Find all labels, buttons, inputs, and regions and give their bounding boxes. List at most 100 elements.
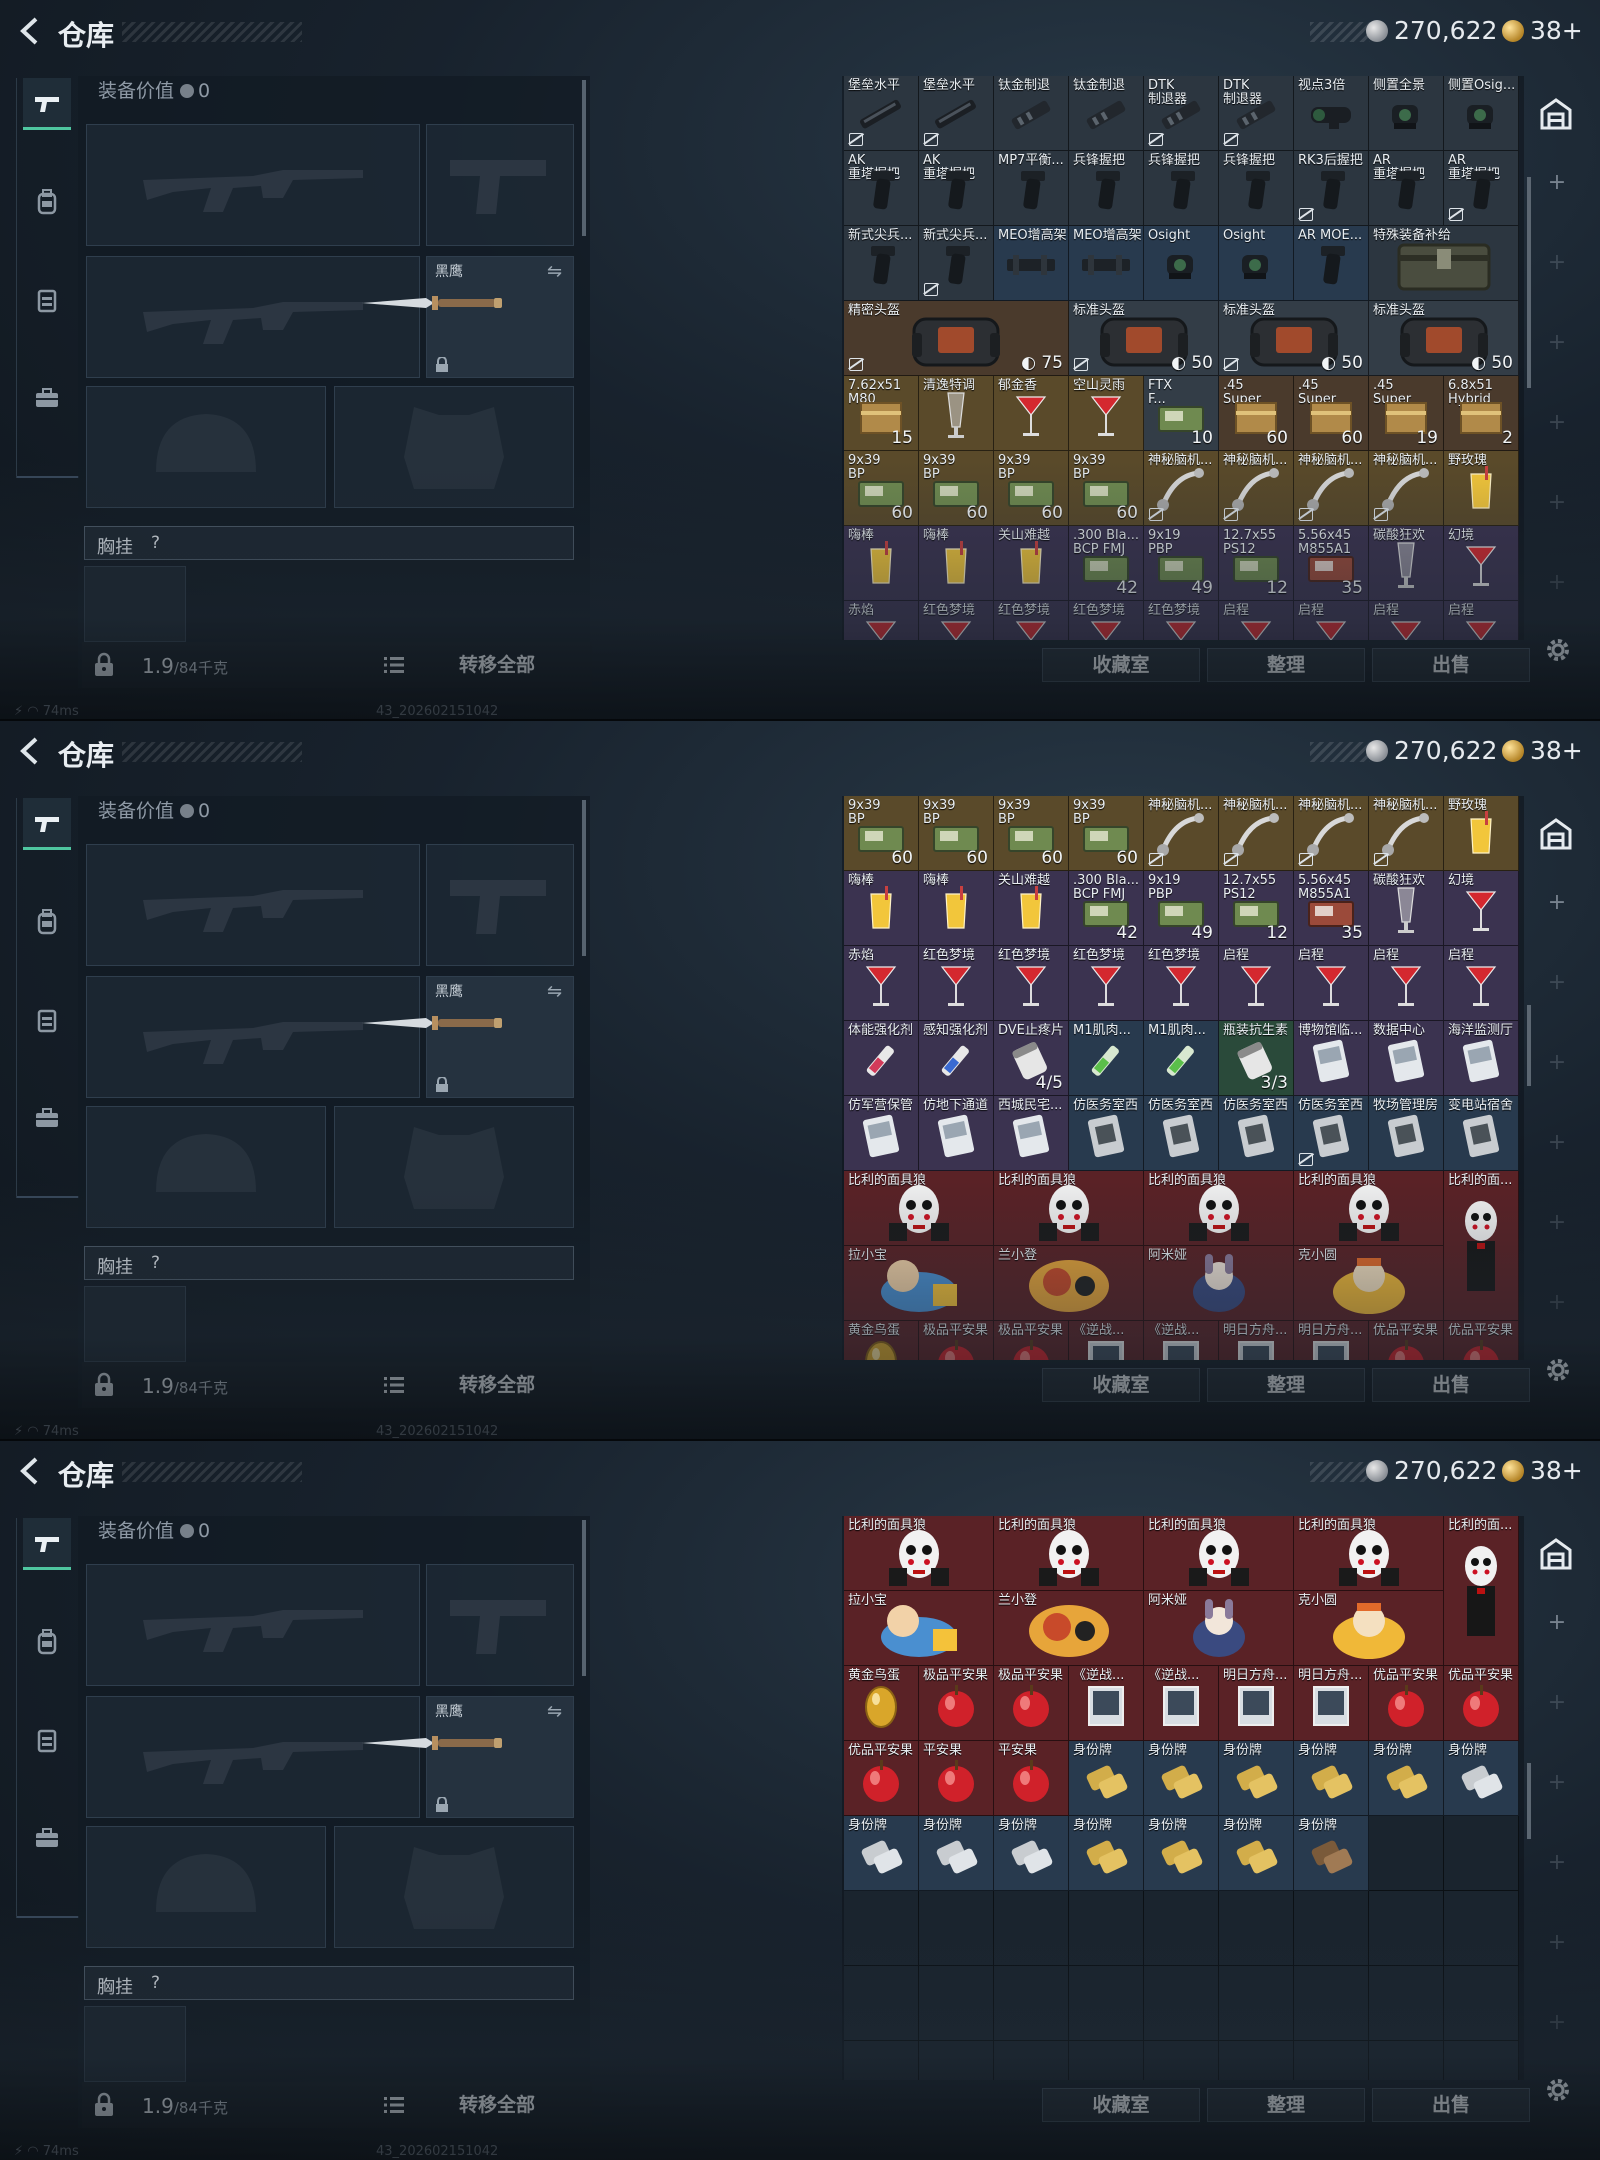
- swap-icon[interactable]: ⇋: [547, 981, 567, 1002]
- stash-item[interactable]: 9x39 BP 60: [844, 451, 919, 526]
- stash-item[interactable]: 牧场管理房: [1369, 1096, 1444, 1171]
- stash-item[interactable]: .45 Super 60: [1219, 376, 1294, 451]
- stash-item[interactable]: 神秘脑机...: [1294, 796, 1369, 871]
- help-icon[interactable]: ?: [151, 1973, 160, 1993]
- helmet-slot[interactable]: [86, 1826, 326, 1948]
- stash-item[interactable]: 12.7x55 PS12 12: [1219, 526, 1294, 601]
- tab-briefcase[interactable]: [23, 1812, 71, 1864]
- list-icon[interactable]: [382, 1374, 406, 1396]
- stash-item[interactable]: 仿军营保管: [844, 1096, 919, 1171]
- list-icon[interactable]: [382, 654, 406, 676]
- stash-item[interactable]: DVE止疼片 4/5: [994, 1021, 1069, 1096]
- stash-item[interactable]: 神秘脑机...: [1369, 796, 1444, 871]
- sell-button[interactable]: 出售: [1372, 648, 1530, 682]
- stash-item[interactable]: 比利的面具狼: [844, 1516, 994, 1591]
- rig-contents-slot[interactable]: [84, 566, 186, 642]
- stash-item[interactable]: 侧置全景: [1369, 76, 1444, 151]
- primary-weapon-slot[interactable]: [86, 124, 420, 246]
- gear-icon[interactable]: [1542, 1354, 1574, 1386]
- tab-backpack[interactable]: [23, 176, 71, 228]
- empty-slot[interactable]: [994, 1891, 1069, 1966]
- stash-item[interactable]: 标准头盔 ◐ 50: [1369, 301, 1519, 376]
- stash-item[interactable]: 身份牌: [1144, 1741, 1219, 1816]
- empty-slot[interactable]: [1444, 1966, 1519, 2041]
- stash-item[interactable]: AK重塔握把: [844, 151, 919, 226]
- plus-icon[interactable]: +: [1546, 2012, 1568, 2034]
- sell-button[interactable]: 出售: [1372, 1368, 1530, 1402]
- stash-item[interactable]: 神秘脑机...: [1219, 796, 1294, 871]
- stash-item[interactable]: M1肌肉...: [1069, 1021, 1144, 1096]
- stash-item[interactable]: 9x19 PBP 49: [1144, 526, 1219, 601]
- stash-grid-panel[interactable]: 比利的面具狼 比利的面具狼 比利的面具狼 比利的面具狼 比利的面... 拉小宝 兰小登 阿米娅…: [842, 1516, 1524, 2080]
- plus-icon[interactable]: +: [1546, 1132, 1568, 1154]
- stash-item[interactable]: 比利的面具狼: [844, 1171, 994, 1246]
- transfer-all-button[interactable]: 转移全部: [422, 1368, 572, 1402]
- chest-rig-slot[interactable]: 胸挂?: [84, 526, 574, 560]
- stash-item[interactable]: 数据中心: [1369, 1021, 1444, 1096]
- empty-slot[interactable]: [1069, 2041, 1144, 2080]
- stash-item[interactable]: 9x39 BP 60: [919, 796, 994, 871]
- stash-item[interactable]: 郁金香: [994, 376, 1069, 451]
- empty-slot[interactable]: [1294, 1891, 1369, 1966]
- stash-item[interactable]: 碳酸狂欢: [1369, 871, 1444, 946]
- empty-slot[interactable]: [1294, 1966, 1369, 2041]
- stash-item[interactable]: 仿医务室西: [1069, 1096, 1144, 1171]
- stash-item[interactable]: 平安果: [994, 1741, 1069, 1816]
- stash-item[interactable]: 嗨棒: [919, 871, 994, 946]
- stash-item[interactable]: 关山难越: [994, 526, 1069, 601]
- stash-item[interactable]: 比利的面具狼: [994, 1171, 1144, 1246]
- empty-slot[interactable]: [919, 1891, 994, 1966]
- helmet-slot[interactable]: [86, 386, 326, 508]
- stash-item[interactable]: 7.62x51 M80 15: [844, 376, 919, 451]
- stash-item[interactable]: 启程: [1369, 946, 1444, 1021]
- empty-slot[interactable]: [1219, 1891, 1294, 1966]
- stash-item[interactable]: 兰小登: [994, 1591, 1144, 1666]
- stash-item[interactable]: AK重塔握把: [919, 151, 994, 226]
- stash-item[interactable]: 红色梦境: [994, 601, 1069, 640]
- stash-item[interactable]: 红色梦境: [1069, 946, 1144, 1021]
- stash-item[interactable]: DTK 制退器: [1219, 76, 1294, 151]
- tab-backpack[interactable]: [23, 896, 71, 948]
- stash-item[interactable]: Osight: [1219, 226, 1294, 301]
- stash-item[interactable]: 《逆战...: [1144, 1666, 1219, 1741]
- stash-item[interactable]: 精密头盔 ◐ 75: [844, 301, 1069, 376]
- stash-item[interactable]: 身份牌: [1219, 1741, 1294, 1816]
- empty-slot[interactable]: [994, 1966, 1069, 2041]
- stash-item[interactable]: 9x39 BP 60: [919, 451, 994, 526]
- stash-item[interactable]: 嗨棒: [844, 871, 919, 946]
- empty-slot[interactable]: [1444, 1891, 1519, 1966]
- stash-item[interactable]: 空山灵雨: [1069, 376, 1144, 451]
- stash-item[interactable]: MP7平衡...: [994, 151, 1069, 226]
- stash-item[interactable]: 堡垒水平: [919, 76, 994, 151]
- stash-item[interactable]: 兵锋握把: [1144, 151, 1219, 226]
- help-icon[interactable]: ?: [151, 1253, 160, 1273]
- plus-icon[interactable]: +: [1546, 172, 1568, 194]
- empty-slot[interactable]: [1369, 1816, 1444, 1891]
- empty-slot[interactable]: [1369, 2041, 1444, 2080]
- stash-item[interactable]: 拉小宝: [844, 1246, 994, 1321]
- stash-item[interactable]: MEO增高架: [994, 226, 1069, 301]
- stash-item[interactable]: 9x39 BP 60: [994, 451, 1069, 526]
- stash-item[interactable]: 比利的面具狼: [994, 1516, 1144, 1591]
- stash-item[interactable]: 明日方舟...: [1294, 1666, 1369, 1741]
- stash-item[interactable]: .45 Super 60: [1294, 376, 1369, 451]
- plus-icon[interactable]: +: [1546, 892, 1568, 914]
- gear-icon[interactable]: [1542, 634, 1574, 666]
- empty-slot[interactable]: [1069, 1966, 1144, 2041]
- lock-icon[interactable]: [92, 652, 116, 678]
- stash-item[interactable]: 嗨棒: [844, 526, 919, 601]
- stash-item[interactable]: 博物馆临...: [1294, 1021, 1369, 1096]
- stash-item[interactable]: 比利的面具狼: [1144, 1516, 1294, 1591]
- stash-item[interactable]: Osight: [1144, 226, 1219, 301]
- stash-item[interactable]: 阿米娅: [1144, 1246, 1294, 1321]
- empty-slot[interactable]: [1294, 2041, 1369, 2080]
- empty-slot[interactable]: [1369, 1891, 1444, 1966]
- stash-item[interactable]: 比利的面具狼: [1294, 1171, 1444, 1246]
- collection-room-button[interactable]: 收藏室: [1042, 2088, 1200, 2122]
- stash-item[interactable]: 5.56x45 M855A1 35: [1294, 871, 1369, 946]
- plus-icon[interactable]: +: [1546, 1052, 1568, 1074]
- stash-item[interactable]: 优品平安果: [1369, 1321, 1444, 1360]
- stash-item[interactable]: 《逆战...: [1144, 1321, 1219, 1360]
- stash-item[interactable]: .300 Bla... BCP FMJ 42: [1069, 871, 1144, 946]
- stash-item[interactable]: 启程: [1219, 946, 1294, 1021]
